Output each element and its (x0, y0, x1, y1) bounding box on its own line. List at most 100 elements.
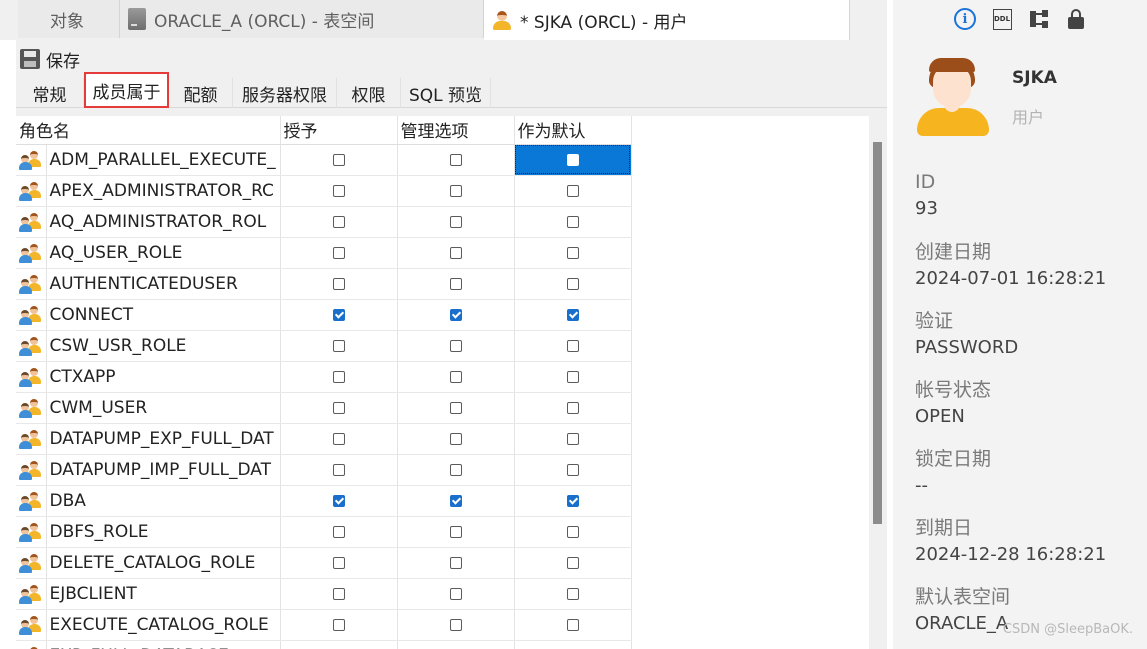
as-default-checkbox[interactable] (566, 277, 579, 290)
table-row[interactable]: APEX_ADMINISTRATOR_RC (16, 175, 632, 207)
as-default-checkbox[interactable] (566, 463, 579, 476)
grant-checkbox-cell[interactable] (280, 268, 398, 300)
grant-checkbox-cell[interactable] (280, 578, 398, 610)
lock-icon[interactable] (1064, 7, 1088, 31)
vertical-scrollbar[interactable] (869, 116, 887, 649)
as-default-checkbox[interactable] (566, 556, 579, 569)
admin-option-checkbox-cell[interactable] (397, 547, 515, 579)
grant-checkbox-cell[interactable] (280, 144, 398, 176)
tab-quota[interactable]: 配额 (169, 78, 233, 108)
table-row[interactable]: EXP_FULL_DATABASE (16, 640, 632, 649)
admin-option-checkbox-cell[interactable] (397, 392, 515, 424)
table-row[interactable]: AQ_ADMINISTRATOR_ROL (16, 206, 632, 238)
admin-option-checkbox[interactable] (449, 494, 462, 507)
table-row[interactable]: DELETE_CATALOG_ROLE (16, 547, 632, 579)
admin-option-checkbox-cell[interactable] (397, 578, 515, 610)
table-row[interactable]: EXECUTE_CATALOG_ROLE (16, 609, 632, 641)
tab-objects[interactable]: 对象 (18, 0, 120, 38)
grant-checkbox-cell[interactable] (280, 237, 398, 269)
admin-option-checkbox[interactable] (449, 184, 462, 197)
admin-option-checkbox[interactable] (449, 308, 462, 321)
grant-checkbox[interactable] (332, 308, 345, 321)
table-row[interactable]: DATAPUMP_EXP_FULL_DAT (16, 423, 632, 455)
grant-checkbox[interactable] (332, 246, 345, 259)
grant-checkbox[interactable] (332, 370, 345, 383)
grant-checkbox-cell[interactable] (280, 330, 398, 362)
table-row[interactable]: CTXAPP (16, 361, 632, 393)
as-default-checkbox[interactable] (566, 339, 579, 352)
as-default-checkbox[interactable] (566, 246, 579, 259)
grant-checkbox-cell[interactable] (280, 454, 398, 486)
admin-option-checkbox-cell[interactable] (397, 516, 515, 548)
grant-checkbox-cell[interactable] (280, 392, 398, 424)
grant-checkbox-cell[interactable] (280, 640, 398, 649)
grant-checkbox[interactable] (332, 432, 345, 445)
as-default-checkbox-cell[interactable] (514, 175, 632, 207)
admin-option-checkbox[interactable] (449, 587, 462, 600)
grant-checkbox[interactable] (332, 525, 345, 538)
admin-option-checkbox[interactable] (449, 370, 462, 383)
column-header-as-default[interactable]: 作为默认 (514, 116, 632, 145)
as-default-checkbox-cell[interactable] (514, 547, 632, 579)
tab-user-editor[interactable]: * SJKA (ORCL) - 用户 (484, 0, 850, 40)
grant-checkbox[interactable] (332, 401, 345, 414)
admin-option-checkbox[interactable] (449, 618, 462, 631)
tab-member-of[interactable]: 成员属于 (84, 72, 169, 108)
admin-option-checkbox-cell[interactable] (397, 175, 515, 207)
as-default-checkbox[interactable] (566, 525, 579, 538)
admin-option-checkbox-cell[interactable] (397, 485, 515, 517)
dependency-tree-icon[interactable] (1027, 7, 1051, 31)
admin-option-checkbox-cell[interactable] (397, 423, 515, 455)
as-default-checkbox-cell[interactable] (514, 516, 632, 548)
grant-checkbox-cell[interactable] (280, 299, 398, 331)
as-default-checkbox-cell[interactable] (514, 578, 632, 610)
admin-option-checkbox[interactable] (449, 277, 462, 290)
grant-checkbox[interactable] (332, 153, 345, 166)
admin-option-checkbox-cell[interactable] (397, 299, 515, 331)
admin-option-checkbox[interactable] (449, 556, 462, 569)
table-row[interactable]: DBA (16, 485, 632, 517)
as-default-checkbox[interactable] (566, 618, 579, 631)
grant-checkbox-cell[interactable] (280, 175, 398, 207)
info-icon[interactable]: i (953, 7, 977, 31)
as-default-checkbox-cell[interactable] (514, 268, 632, 300)
grant-checkbox-cell[interactable] (280, 516, 398, 548)
as-default-checkbox[interactable] (566, 432, 579, 445)
table-row[interactable]: CONNECT (16, 299, 632, 331)
admin-option-checkbox[interactable] (449, 246, 462, 259)
grant-checkbox[interactable] (332, 494, 345, 507)
admin-option-checkbox[interactable] (449, 525, 462, 538)
admin-option-checkbox[interactable] (449, 432, 462, 445)
as-default-checkbox-cell[interactable] (514, 330, 632, 362)
grant-checkbox-cell[interactable] (280, 206, 398, 238)
grant-checkbox-cell[interactable] (280, 361, 398, 393)
admin-option-checkbox[interactable] (449, 215, 462, 228)
admin-option-checkbox[interactable] (449, 339, 462, 352)
table-row[interactable]: AQ_USER_ROLE (16, 237, 632, 269)
table-row[interactable]: AUTHENTICATEDUSER (16, 268, 632, 300)
admin-option-checkbox[interactable] (449, 463, 462, 476)
tab-server-privileges[interactable]: 服务器权限 (233, 78, 337, 108)
admin-option-checkbox-cell[interactable] (397, 268, 515, 300)
tab-tablespace[interactable]: ORACLE_A (ORCL) - 表空间 (120, 0, 484, 38)
as-default-checkbox[interactable] (566, 184, 579, 197)
column-header-role-name[interactable]: 角色名 (16, 116, 281, 145)
as-default-checkbox-cell[interactable] (514, 392, 632, 424)
as-default-checkbox-cell[interactable] (514, 144, 632, 176)
grant-checkbox-cell[interactable] (280, 609, 398, 641)
as-default-checkbox[interactable] (566, 215, 579, 228)
grant-checkbox[interactable] (332, 215, 345, 228)
grant-checkbox[interactable] (332, 277, 345, 290)
table-row[interactable]: CWM_USER (16, 392, 632, 424)
table-row[interactable]: ADM_PARALLEL_EXECUTE_ (16, 144, 632, 176)
grant-checkbox-cell[interactable] (280, 485, 398, 517)
tab-general[interactable]: 常规 (16, 78, 84, 108)
grant-checkbox[interactable] (332, 463, 345, 476)
admin-option-checkbox-cell[interactable] (397, 361, 515, 393)
as-default-checkbox-cell[interactable] (514, 361, 632, 393)
as-default-checkbox-cell[interactable] (514, 454, 632, 486)
admin-option-checkbox[interactable] (449, 153, 462, 166)
admin-option-checkbox[interactable] (449, 401, 462, 414)
admin-option-checkbox-cell[interactable] (397, 640, 515, 649)
as-default-checkbox-cell[interactable] (514, 609, 632, 641)
